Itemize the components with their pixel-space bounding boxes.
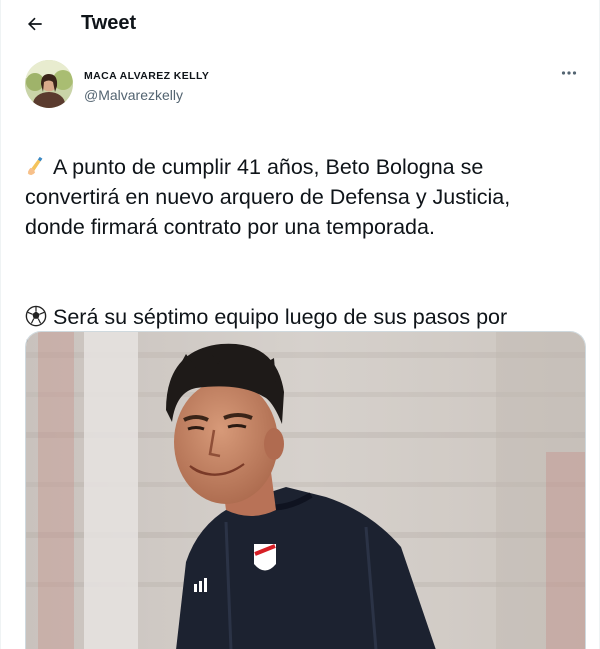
writing-hand-icon	[27, 156, 43, 176]
avatar[interactable]	[25, 60, 73, 108]
page-title: Tweet	[81, 12, 137, 34]
tweet-paragraph-1: A punto de cumplir 41 años, Beto Bologna…	[25, 152, 585, 242]
author-name[interactable]: MACA ALVAREZ KELLY	[84, 69, 209, 83]
tweet-author: MACA ALVAREZ KELLY @Malvarezkelly	[25, 60, 585, 112]
tweet-photo[interactable]	[25, 331, 586, 649]
back-arrow-icon	[27, 17, 42, 31]
more-options-icon	[561, 71, 577, 75]
back-button[interactable]	[19, 8, 51, 40]
author-handle[interactable]: @Malvarezkelly	[84, 86, 183, 104]
page-header: Tweet	[1, 0, 599, 46]
soccer-ball-icon	[25, 305, 47, 327]
tweet-paragraph-1-text: A punto de cumplir 41 años, Beto Bologna…	[25, 155, 511, 239]
tweet-view: Tweet MACA ALVAREZ KELLY @Malvarezkelly	[0, 0, 600, 649]
photo-image	[26, 332, 585, 649]
more-options-button[interactable]	[557, 63, 581, 83]
